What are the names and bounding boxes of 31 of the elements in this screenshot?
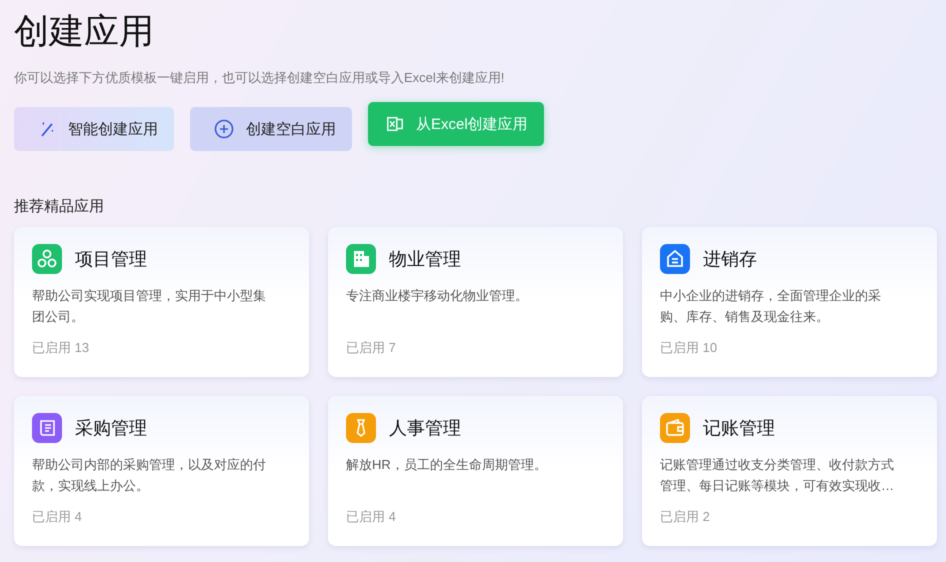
app-description: 记账管理通过收支分类管理、收付款方式管理、每日记账等模块，可有效实现收… <box>660 456 895 495</box>
page-title: 创建应用 <box>14 11 155 53</box>
app-card[interactable]: 人事管理 解放HR，员工的全生命周期管理。 已启用 4 <box>328 396 623 546</box>
app-card[interactable]: 项目管理 帮助公司实现项目管理，实用于中小型集团公司。 已启用 13 <box>14 227 309 377</box>
usage-count: 已启用 4 <box>346 508 396 526</box>
app-name: 采购管理 <box>75 417 147 440</box>
app-description: 专注商业楼宇移动化物业管理。 <box>346 287 529 305</box>
app-name: 项目管理 <box>75 248 147 271</box>
app-description: 中小企业的进销存，全面管理企业的采购、库存、销售及现金往来。 <box>660 287 882 326</box>
app-name: 人事管理 <box>389 417 461 440</box>
smart-create-button[interactable]: 智能创建应用 <box>14 107 174 151</box>
usage-count: 已启用 7 <box>346 339 396 357</box>
app-description: 帮助公司内部的采购管理，以及对应的付款，实现线上办公。 <box>32 456 267 495</box>
usage-count: 已启用 2 <box>660 508 710 526</box>
plus-circle-icon <box>214 119 234 139</box>
app-name: 进销存 <box>703 248 757 271</box>
create-blank-button[interactable]: 创建空白应用 <box>190 107 352 151</box>
app-name: 物业管理 <box>389 248 461 271</box>
app-description: 解放HR，员工的全生命周期管理。 <box>346 456 548 474</box>
app-card[interactable]: 物业管理 专注商业楼宇移动化物业管理。 已启用 7 <box>328 227 623 377</box>
app-card[interactable]: 记账管理 记账管理通过收支分类管理、收付款方式管理、每日记账等模块，可有效实现收… 已启用 2 <box>642 396 937 546</box>
app-name: 记账管理 <box>703 417 775 440</box>
app-description: 帮助公司实现项目管理，实用于中小型集团公司。 <box>32 287 267 326</box>
app-card[interactable]: 进销存 中小企业的进销存，全面管理企业的采购、库存、销售及现金往来。 已启用 10 <box>642 227 937 377</box>
usage-count: 已启用 10 <box>660 339 718 357</box>
app-card[interactable]: 采购管理 帮助公司内部的采购管理，以及对应的付款，实现线上办公。 已启用 4 <box>14 396 309 546</box>
page-subtitle: 你可以选择下方优质模板一键启用，也可以选择创建空白应用或导入Excel来创建应用! <box>14 69 506 87</box>
section-heading: 推荐精品应用 <box>14 197 105 217</box>
spreadsheet-icon <box>386 115 404 133</box>
usage-count: 已启用 13 <box>32 339 90 357</box>
usage-count: 已启用 4 <box>32 508 82 526</box>
